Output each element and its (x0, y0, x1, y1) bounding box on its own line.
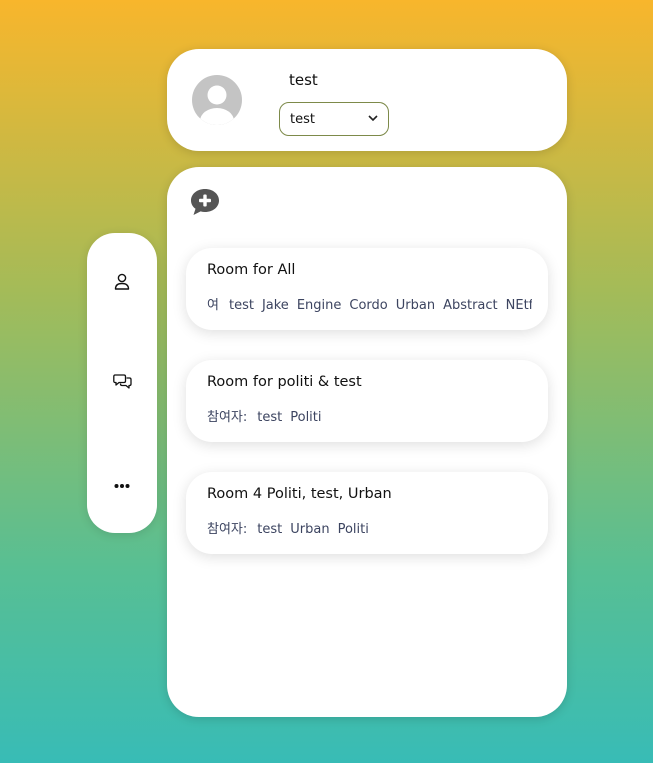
room-card[interactable]: Room 4 Politi, test, Urban 참여자: test Urban… (186, 472, 548, 554)
chat-icon (112, 373, 132, 393)
members-label: 참여자: (207, 522, 248, 537)
room-members: 여 test Jake Engine Cordo Urban Abstract NEtfl (207, 294, 532, 313)
members-label: 여 (207, 298, 219, 313)
rooms-panel: Room for All 여 test Jake Engine Cordo Urban Ab… (167, 167, 567, 717)
sidebar-item-chats[interactable] (111, 372, 133, 394)
room-title: Room for politi & test (207, 374, 362, 390)
sidebar-item-more[interactable] (111, 472, 133, 494)
member-name: Cordo (349, 298, 388, 313)
member-name: test (257, 410, 283, 425)
profile-card: test test (167, 49, 567, 151)
member-name: Engine (296, 298, 342, 313)
room-card[interactable]: Room for politi & test 참여자: test Politi (186, 360, 548, 442)
chat-add-icon (189, 189, 221, 221)
chevron-down-icon (368, 114, 378, 125)
more-icon (114, 474, 130, 493)
room-card[interactable]: Room for All 여 test Jake Engine Cordo Urban Ab… (186, 248, 548, 330)
user-icon (114, 273, 130, 294)
sidebar-item-profile[interactable] (111, 272, 133, 294)
member-name: Abstract (443, 298, 498, 313)
new-chat-button[interactable] (189, 187, 221, 217)
member-name: Urban (290, 522, 330, 537)
user-select-value: test (290, 111, 315, 127)
room-title: Room for All (207, 262, 296, 278)
member-name: test (228, 298, 254, 313)
member-name: NEtfl (505, 298, 532, 313)
member-name: test (257, 522, 283, 537)
room-members: 참여자: test Urban Politi (207, 518, 532, 537)
room-title: Room 4 Politi, test, Urban (207, 486, 392, 502)
member-name: Politi (337, 522, 369, 537)
member-name: Urban (395, 298, 436, 313)
member-name: Jake (261, 298, 289, 313)
avatar-icon (192, 75, 242, 125)
sidebar (87, 233, 157, 533)
room-members: 참여자: test Politi (207, 406, 532, 425)
username: test (289, 71, 318, 89)
members-label: 참여자: (207, 410, 248, 425)
member-name: Politi (290, 410, 322, 425)
user-select[interactable]: test (279, 102, 389, 136)
